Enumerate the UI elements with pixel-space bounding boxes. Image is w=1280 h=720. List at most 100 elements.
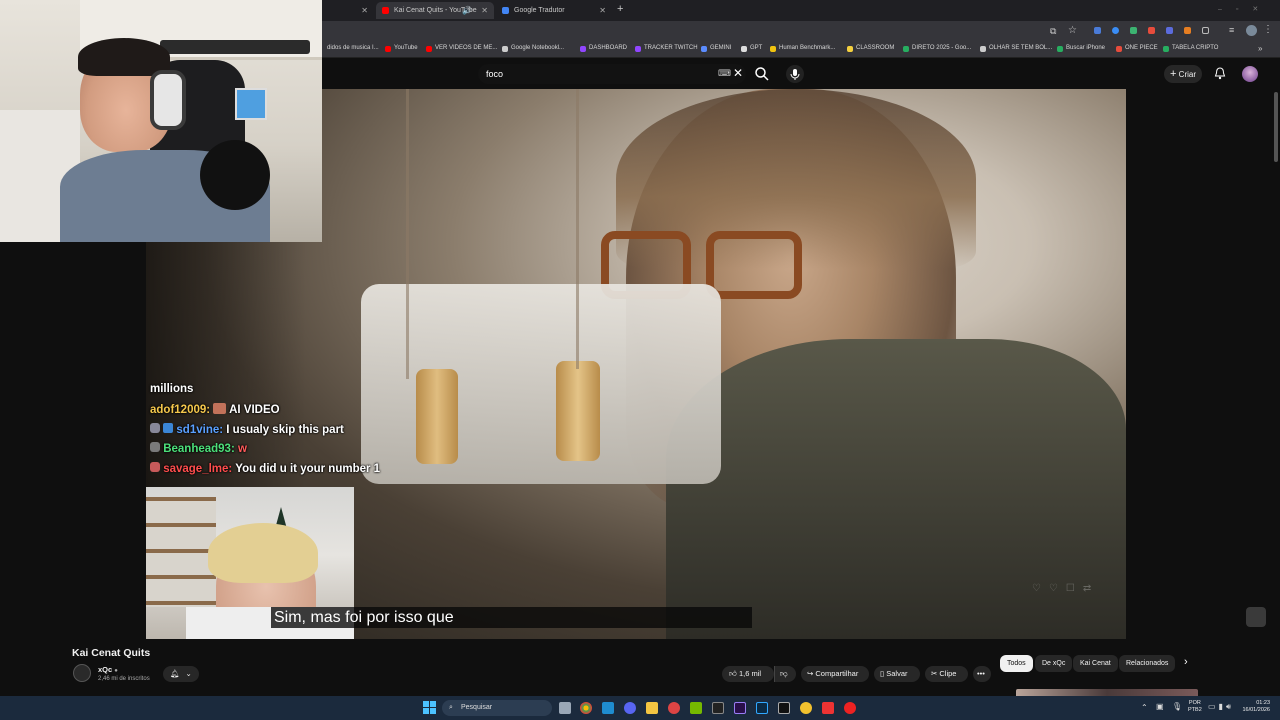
task-view-icon[interactable]	[559, 702, 571, 714]
bookmark-item[interactable]: GPT	[741, 45, 762, 52]
bookmark-item[interactable]: TABELA CRIPTO	[1163, 45, 1218, 52]
app-icon[interactable]	[800, 702, 812, 714]
extension-icon[interactable]	[1112, 27, 1119, 34]
dislike-button[interactable]: 👎︎	[774, 666, 796, 682]
save-button[interactable]: ▯ Salvar	[874, 666, 920, 682]
chat-text: millions	[150, 383, 194, 395]
account-avatar[interactable]	[1242, 66, 1258, 82]
bookmark-item[interactable]: VER VIDEOS DE ME...	[426, 45, 497, 52]
chip-from-xqc[interactable]: De xQc	[1035, 655, 1073, 672]
discord-icon[interactable]	[624, 702, 636, 714]
notifications-bell-icon[interactable]	[1214, 67, 1226, 80]
sweater-shape	[666, 339, 1126, 639]
extension-icon[interactable]	[1148, 27, 1155, 34]
more-bookmarks-icon[interactable]: »	[1258, 44, 1262, 53]
extension-icon[interactable]	[1166, 27, 1173, 34]
steam-icon[interactable]	[602, 702, 614, 714]
tray-app-icon[interactable]: ▣	[1156, 702, 1164, 711]
microphone-icon[interactable]: 🎙︎	[1172, 702, 1182, 711]
window-controls[interactable]: –▫✕	[1218, 5, 1278, 13]
chrome-icon[interactable]	[580, 702, 592, 714]
browser-tab-translate[interactable]: Google Tradutor ✕	[496, 2, 612, 19]
speaker-icon[interactable]: 🔊	[462, 2, 472, 19]
bookmark-item[interactable]: GEMINI	[701, 45, 731, 52]
bookmark-youtube[interactable]: YouTube	[385, 45, 418, 52]
recommended-thumbnail[interactable]	[1016, 689, 1198, 696]
bookmark-star-icon[interactable]: ☆	[1068, 25, 1077, 36]
extension-icon[interactable]	[1184, 27, 1191, 34]
voice-search-icon[interactable]	[786, 65, 804, 83]
video-title: Kai Cenat Quits	[72, 647, 151, 659]
subscribed-button[interactable]: 🔔︎ ⌄	[163, 666, 199, 682]
clip-button[interactable]: ✂ Clipe	[925, 666, 968, 682]
media-control-icon[interactable]: ≡	[1229, 25, 1234, 35]
channel-name-row[interactable]: xQc ●	[98, 665, 118, 674]
keyboard-icon[interactable]: ⌨	[718, 68, 731, 79]
bookmark-item[interactable]: Human Benchmark...	[770, 45, 835, 52]
file-explorer-icon[interactable]	[646, 702, 658, 714]
close-tab-icon[interactable]: ✕	[481, 2, 488, 19]
browser-tab-youtube[interactable]: Kai Cenat Quits - YouTube 🔊 ✕	[376, 2, 494, 19]
premiere-icon[interactable]	[734, 702, 746, 714]
bookmark-item[interactable]: CLASSROOM	[847, 45, 894, 52]
bookmark-item[interactable]: Google Notebookl...	[502, 45, 564, 52]
more-actions-button[interactable]: •••	[973, 666, 991, 682]
clear-search-icon[interactable]: ✕	[733, 66, 743, 80]
close-tab-icon[interactable]: ✕	[361, 2, 368, 19]
chips-next-icon[interactable]: ›	[1184, 656, 1188, 668]
search-icon[interactable]	[754, 66, 770, 82]
acrobat-icon[interactable]	[822, 702, 834, 714]
extension-icon[interactable]	[1130, 27, 1137, 34]
search-icon: ⌕	[449, 704, 453, 711]
bookmark-item[interactable]: DASHBOARD	[580, 45, 627, 52]
network-volume-icons[interactable]: ▭▮🔊︎	[1208, 702, 1234, 712]
page-scrollbar[interactable]	[1274, 92, 1278, 162]
create-button[interactable]: + Criar	[1164, 65, 1202, 83]
browser-tab-partial[interactable]: ✕	[326, 2, 374, 19]
bookmark-item[interactable]: ONE PIECE	[1116, 45, 1158, 52]
nvidia-icon[interactable]	[690, 702, 702, 714]
badge-icon	[150, 442, 160, 452]
channel-avatar[interactable]	[73, 664, 91, 682]
new-tab-icon[interactable]: +	[617, 3, 623, 15]
close-tab-icon[interactable]: ✕	[599, 2, 606, 19]
tray-overflow-icon[interactable]: ⌃	[1141, 703, 1148, 712]
chip-related[interactable]: Relacionados	[1119, 655, 1176, 672]
bookmark-item[interactable]: DIRETO 2025 - Goo...	[903, 45, 971, 52]
clock[interactable]: 01:23 16/01/2026	[1236, 700, 1270, 714]
app-icon[interactable]	[844, 702, 856, 714]
search-box[interactable]	[478, 64, 746, 84]
sewing-machine-shape	[361, 284, 721, 484]
bookmark-item[interactable]: didos de musica I...	[318, 45, 379, 51]
youtube-favicon-icon	[382, 7, 389, 14]
chat-message: sd1vine: I usualy skip this part	[150, 423, 344, 436]
reactor-hair	[208, 523, 318, 583]
profile-avatar[interactable]	[1246, 25, 1257, 36]
language-indicator[interactable]: POR PTB2	[1188, 700, 1202, 714]
app-icon[interactable]	[712, 702, 724, 714]
chat-text: AI VIDEO	[229, 404, 280, 416]
photoshop-icon[interactable]	[756, 702, 768, 714]
install-app-icon[interactable]: ⧉	[1050, 26, 1056, 37]
share-button[interactable]: ↪ Compartilhar	[801, 666, 869, 682]
caption-text: Sim, mas foi por isso que	[271, 607, 752, 628]
browser-menu-icon[interactable]: ⋮	[1263, 24, 1273, 35]
bookmark-item[interactable]: Buscar iPhone	[1057, 45, 1105, 52]
opera-icon[interactable]	[668, 702, 680, 714]
bookmark-item[interactable]: TRACKER TWITCH	[635, 45, 698, 52]
extensions-puzzle-icon[interactable]	[1202, 27, 1209, 34]
bookmark-item[interactable]: OLHAR SE TEM BOL...	[980, 45, 1052, 52]
chip-kai-cenat[interactable]: Kai Cenat	[1073, 655, 1118, 672]
channel-watermark-icon[interactable]	[1246, 607, 1266, 627]
chat-message: adof12009: AI VIDEO	[150, 403, 280, 416]
extension-icon[interactable]	[1094, 27, 1101, 34]
like-button[interactable]: 👍︎ 1,6 mil	[722, 666, 774, 682]
capcut-icon[interactable]	[778, 702, 790, 714]
like-count: 1,6 mil	[738, 669, 762, 678]
taskbar-search[interactable]: ⌕ Pesquisar	[442, 700, 552, 716]
windows-start-icon[interactable]	[423, 701, 436, 714]
create-label: Criar	[1178, 70, 1197, 79]
thread-spool-left	[416, 369, 458, 464]
chip-all[interactable]: Todos	[1000, 655, 1033, 672]
search-input[interactable]: foco	[486, 69, 503, 79]
